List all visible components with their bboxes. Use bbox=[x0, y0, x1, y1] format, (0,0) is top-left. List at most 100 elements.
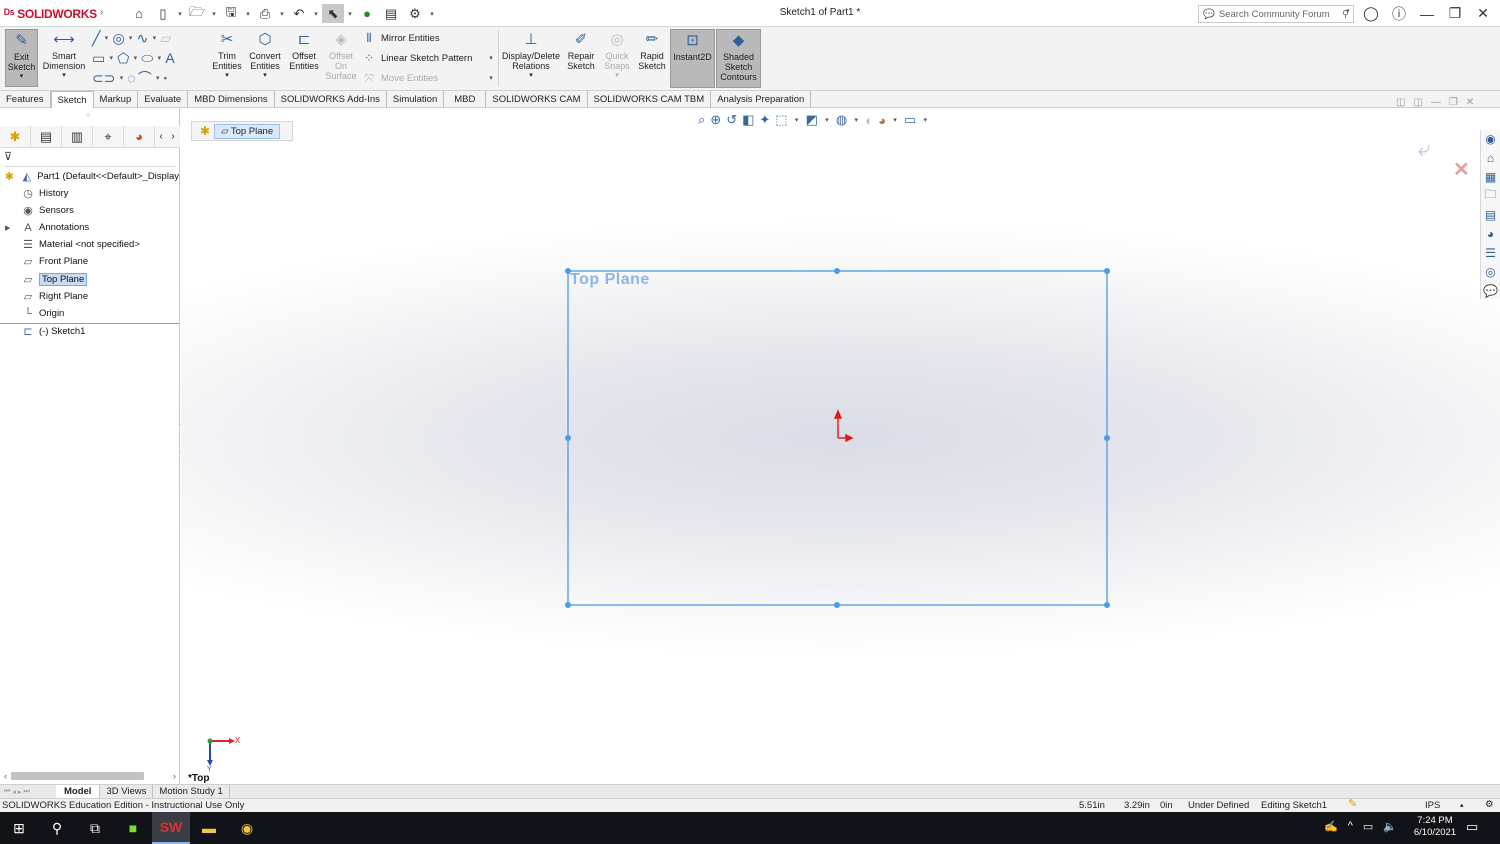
new-dropdown-icon[interactable]: ▾ bbox=[176, 10, 184, 18]
tree-item-front-plane[interactable]: ▱ Front Plane bbox=[0, 253, 179, 270]
panel-collapse-handle-icon[interactable]: ○ bbox=[86, 112, 90, 119]
tab-solidworks-cam[interactable]: SOLIDWORKS CAM bbox=[486, 91, 588, 108]
units-dropdown-icon[interactable]: ▴ bbox=[1460, 799, 1464, 812]
tab-motion-study-1[interactable]: Motion Study 1 bbox=[153, 784, 230, 799]
configuration-manager-tab-icon[interactable]: ▥ bbox=[62, 125, 93, 148]
rectangle-icon[interactable]: ▭ bbox=[92, 50, 105, 67]
linear-sketch-pattern-button[interactable]: ⁘ Linear Sketch Pattern ▾ bbox=[362, 49, 495, 67]
previous-view-icon[interactable]: ↺ bbox=[726, 112, 737, 128]
fillet-icon[interactable]: ⌒ bbox=[138, 68, 152, 88]
save-icon[interactable]: 🖫 bbox=[220, 4, 242, 23]
scroll-right-icon[interactable]: › bbox=[173, 771, 176, 781]
view-settings-icon[interactable]: ▭ bbox=[904, 112, 916, 128]
offset-entities-button[interactable]: ⊏ Offset Entities bbox=[287, 29, 321, 87]
relations-dropdown-icon[interactable]: ▾ bbox=[529, 71, 533, 81]
rectangle-dropdown-icon[interactable]: ▾ bbox=[107, 54, 115, 62]
section-view-icon[interactable]: ◧ bbox=[742, 112, 754, 128]
plane-icon[interactable]: ▱ bbox=[160, 30, 171, 47]
tab-markup[interactable]: Markup bbox=[94, 91, 139, 108]
file-explorer-icon[interactable]: 🗀 bbox=[1481, 187, 1500, 204]
solidworks-resources-icon[interactable]: ◉ bbox=[1481, 130, 1500, 147]
property-manager-tab-icon[interactable]: ▤ bbox=[31, 125, 62, 148]
ellipse-icon[interactable]: ⬭ bbox=[141, 50, 153, 67]
tab-mbd-dimensions[interactable]: MBD Dimensions bbox=[188, 91, 275, 108]
tab-solidworks-cam-tbm[interactable]: SOLIDWORKS CAM TBM bbox=[588, 91, 712, 108]
pycharm-app-icon[interactable]: ■ bbox=[114, 812, 152, 844]
display-manager-tab-icon[interactable]: ◕ bbox=[124, 125, 155, 148]
spline-dropdown-icon[interactable]: ▾ bbox=[150, 34, 158, 42]
linear-pattern-dropdown-icon[interactable]: ▾ bbox=[487, 54, 495, 62]
custom-properties-icon[interactable]: ☰ bbox=[1481, 244, 1500, 261]
solidworks-app-icon[interactable]: SW bbox=[152, 812, 190, 844]
rapid-sketch-button[interactable]: ✏ Rapid Sketch bbox=[636, 29, 668, 87]
zoom-to-area-icon[interactable]: ⊕ bbox=[710, 112, 721, 128]
customize-status-icon[interactable]: ⚙ bbox=[1485, 798, 1494, 811]
undo-icon[interactable]: ↶ bbox=[288, 4, 310, 23]
viewport-previous-icon[interactable]: ◫ bbox=[1396, 97, 1405, 108]
home-task-icon[interactable]: ⌂ bbox=[1481, 149, 1500, 166]
tab-solidworks-add-ins[interactable]: SOLIDWORKS Add-Ins bbox=[275, 91, 387, 108]
minimize-window-icon[interactable]: — bbox=[1415, 4, 1439, 23]
menu-expand-icon[interactable]: › bbox=[100, 7, 103, 18]
hide-show-items-icon[interactable]: ◍ bbox=[836, 112, 847, 128]
quick-snaps-button[interactable]: ◎ Quick Snaps ▾ bbox=[601, 29, 633, 87]
first-tab-icon[interactable]: ⏮ bbox=[4, 788, 10, 796]
apply-scene-icon[interactable]: ◕ bbox=[878, 113, 886, 128]
tab-features[interactable]: Features bbox=[0, 91, 51, 108]
tab-mbd[interactable]: MBD bbox=[444, 91, 487, 108]
user-account-icon[interactable]: ◯ bbox=[1359, 4, 1383, 23]
solidworks-forum-icon[interactable]: ◎ bbox=[1481, 263, 1500, 280]
apply-scene-dropdown-icon[interactable]: ▾ bbox=[891, 116, 899, 124]
line-dropdown-icon[interactable]: ▾ bbox=[102, 34, 110, 42]
display-delete-relations-button[interactable]: ⊥ Display/Delete Relations ▾ bbox=[501, 29, 561, 87]
select-cursor-icon[interactable]: ⬉ bbox=[322, 4, 344, 23]
community-icon[interactable]: 💬 bbox=[1481, 282, 1500, 299]
edit-appearance-icon[interactable]: ◐ bbox=[865, 113, 873, 128]
arc-icon[interactable]: ◌ bbox=[127, 70, 135, 86]
tab-evaluate[interactable]: Evaluate bbox=[138, 91, 189, 108]
prev-tab-icon[interactable]: ◂ bbox=[12, 788, 16, 796]
line-icon[interactable]: ╱ bbox=[92, 30, 100, 47]
smart-dimension-dropdown-icon[interactable]: ▾ bbox=[62, 71, 66, 81]
move-dropdown-icon[interactable]: ▾ bbox=[487, 74, 495, 82]
search-community-input[interactable]: 💬 Search Community Forum ⚲ bbox=[1198, 5, 1354, 23]
shaded-sketch-contours-button[interactable]: ◆ Shaded Sketch Contours bbox=[716, 29, 761, 88]
panel-tabs-left-arrow-icon[interactable]: ‹ bbox=[155, 131, 167, 142]
view-palette-icon[interactable]: ▤ bbox=[1481, 206, 1500, 223]
rebuild-status-icon[interactable]: ✎ bbox=[1348, 798, 1357, 811]
confirmation-corner-cancel-icon[interactable]: ✕ bbox=[1453, 157, 1470, 182]
unit-system[interactable]: IPS bbox=[1425, 799, 1440, 812]
dimxpert-tab-icon[interactable]: ⌖ bbox=[93, 125, 124, 148]
tab-simulation[interactable]: Simulation bbox=[387, 91, 445, 108]
fillet-dropdown-icon[interactable]: ▾ bbox=[154, 74, 162, 82]
next-tab-icon[interactable]: ▸ bbox=[18, 788, 22, 796]
rebuild-icon[interactable]: ● bbox=[356, 4, 378, 23]
text-icon[interactable]: A bbox=[165, 50, 174, 66]
slot-dropdown-icon[interactable]: ▾ bbox=[117, 74, 125, 82]
network-icon[interactable]: ▭ bbox=[1363, 820, 1373, 833]
exit-sketch-button[interactable]: ✎ Exit Sketch ▾ bbox=[5, 29, 38, 87]
display-style-dropdown-icon[interactable]: ▾ bbox=[823, 116, 831, 124]
expand-arrow-icon[interactable]: ▶ bbox=[5, 224, 20, 232]
options-gear-icon[interactable]: ⚙ bbox=[404, 4, 426, 23]
quick-snaps-dropdown-icon[interactable]: ▾ bbox=[615, 71, 619, 81]
notifications-icon[interactable]: ▭ bbox=[1466, 819, 1478, 835]
tree-item-sensors[interactable]: ◉ Sensors bbox=[0, 202, 179, 219]
circle-icon[interactable]: ◎ bbox=[112, 30, 124, 47]
new-document-icon[interactable]: ▯ bbox=[152, 4, 174, 23]
tree-filter[interactable]: ⊽ bbox=[4, 150, 176, 167]
open-dropdown-icon[interactable]: ▾ bbox=[210, 10, 218, 18]
point-icon[interactable]: ▪ bbox=[164, 73, 167, 83]
options-dropdown-icon[interactable]: ▾ bbox=[428, 10, 436, 18]
part-breadcrumb-icon[interactable]: ✱ bbox=[200, 124, 210, 138]
repair-sketch-button[interactable]: ✐ Repair Sketch bbox=[564, 29, 598, 87]
tab-sketch[interactable]: Sketch bbox=[50, 91, 94, 108]
last-tab-icon[interactable]: ⏭ bbox=[23, 788, 29, 796]
zoom-to-fit-icon[interactable]: ⌕ bbox=[698, 112, 705, 128]
viewport-minimize-icon[interactable]: — bbox=[1431, 97, 1441, 108]
windows-start-icon[interactable]: ⊞ bbox=[0, 812, 38, 844]
tree-item-origin[interactable]: └ Origin bbox=[0, 305, 179, 322]
system-clock[interactable]: 7:24 PM 6/10/2021 bbox=[1408, 815, 1462, 839]
scroll-left-icon[interactable]: ‹ bbox=[4, 771, 7, 781]
viewport-close-icon[interactable]: ✕ bbox=[1466, 97, 1474, 108]
